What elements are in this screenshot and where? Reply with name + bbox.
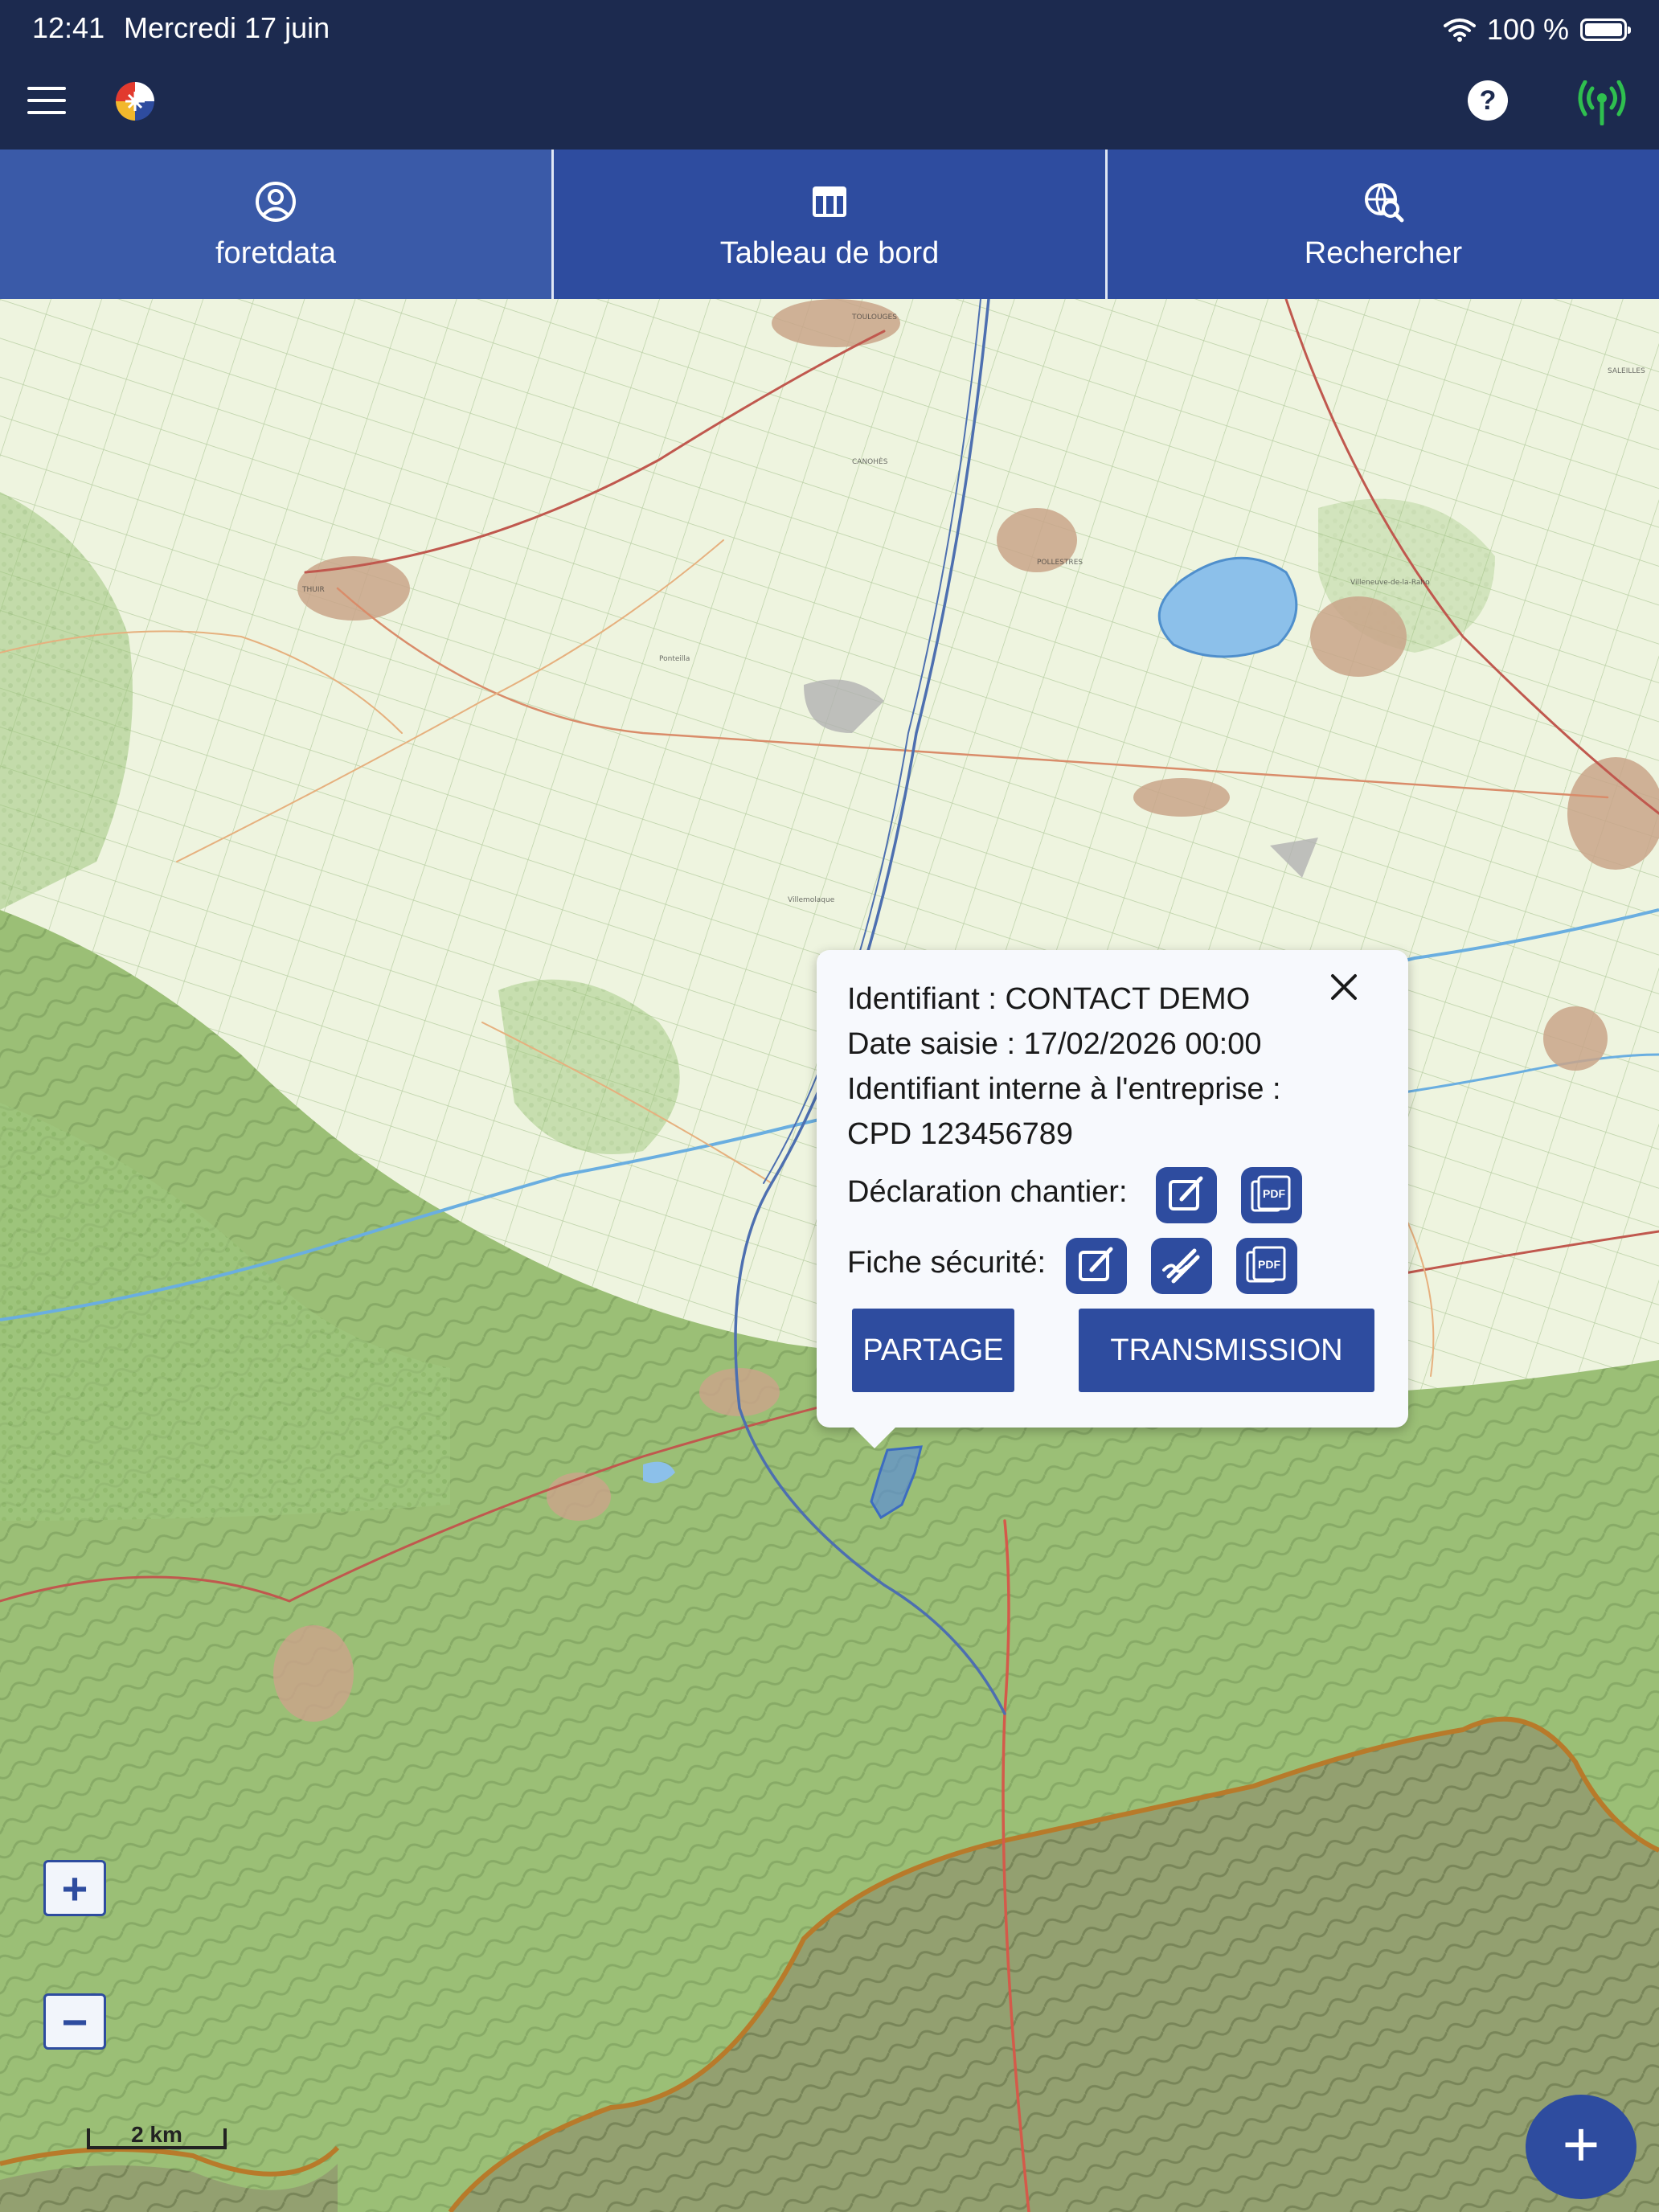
user-circle-icon [256,182,296,222]
svg-text:THUIR: THUIR [301,586,325,594]
declaration-edit-button[interactable] [1156,1167,1217,1223]
fiche-label: Fiche sécurité: [847,1246,1047,1280]
status-date: Mercredi 17 juin [124,11,330,44]
app-bar: ? [0,61,1659,150]
pdf-icon: PDF [1251,1175,1291,1212]
svg-text:Ponteilla: Ponteilla [659,655,690,663]
svg-text:Villemolaque: Villemolaque [788,896,835,904]
tab-label: Rechercher [1304,236,1463,270]
battery-icon [1580,18,1631,41]
partage-button[interactable]: PARTAGE [852,1309,1014,1392]
pdf-text: PDF [1263,1187,1285,1200]
search-globe-icon [1365,183,1404,223]
tab-bar: foretdata Tableau de bord Rechercher [0,150,1659,299]
fiche-pdf-button[interactable]: PDF [1236,1238,1297,1294]
popup-identifiant-interne-label: Identifiant interne à l'entreprise : [847,1072,1281,1106]
hamburger-menu-icon[interactable] [27,87,66,119]
declaration-label: Déclaration chantier: [847,1175,1128,1209]
zoom-in-button[interactable]: + [43,1860,106,1916]
tab-tableau-de-bord[interactable]: Tableau de bord [554,150,1108,299]
tab-rechercher[interactable]: Rechercher [1108,150,1659,299]
tab-foretdata[interactable]: foretdata [0,150,554,299]
help-button[interactable]: ? [1468,80,1508,121]
zoom-out-button[interactable]: − [43,1993,106,2050]
tab-label: Tableau de bord [719,236,940,270]
svg-text:TOULOUGES: TOULOUGES [851,313,897,322]
battery-percent: 100 % [1486,13,1569,46]
edit-icon [1079,1247,1113,1281]
feature-popup: Identifiant : CONTACT DEMO Date saisie :… [817,950,1408,1448]
declaration-pdf-button[interactable]: PDF [1241,1167,1302,1223]
scale-label: 2 km [131,2122,182,2147]
transmission-button[interactable]: TRANSMISSION [1079,1309,1374,1392]
popup-identifiant-interne-value: CPD 123456789 [847,1117,1073,1151]
fiche-edit-button[interactable] [1066,1238,1127,1294]
svg-text:Villeneuve-de-la-Raho: Villeneuve-de-la-Raho [1350,579,1430,587]
wifi-icon [1443,18,1476,42]
table-icon [813,186,846,217]
status-right: 100 % [1443,10,1631,50]
broadcast-signal-icon[interactable] [1577,80,1627,125]
close-icon[interactable] [1325,968,1363,1006]
status-time: 12:41 [32,11,105,44]
svg-text:POLLESTRES: POLLESTRES [1037,559,1083,567]
map-scale-bar: 2 km [87,2122,227,2149]
pdf-text: PDF [1258,1258,1280,1271]
signature-icon [1162,1248,1200,1284]
svg-text:CANOHÈS: CANOHÈS [852,457,888,466]
tab-label: foretdata [215,236,336,270]
add-button[interactable]: + [1526,2095,1636,2199]
popup-identifiant: Identifiant : CONTACT DEMO [847,982,1251,1016]
svg-text:SALEILLES: SALEILLES [1608,367,1645,375]
app-logo [116,82,154,121]
fiche-sign-button[interactable] [1151,1238,1212,1294]
popup-date-saisie: Date saisie : 17/02/2026 00:00 [847,1027,1262,1061]
pdf-icon: PDF [1246,1246,1286,1283]
edit-icon [1169,1176,1203,1210]
status-bar: 12:41 Mercredi 17 juin 100 % [0,0,1659,61]
